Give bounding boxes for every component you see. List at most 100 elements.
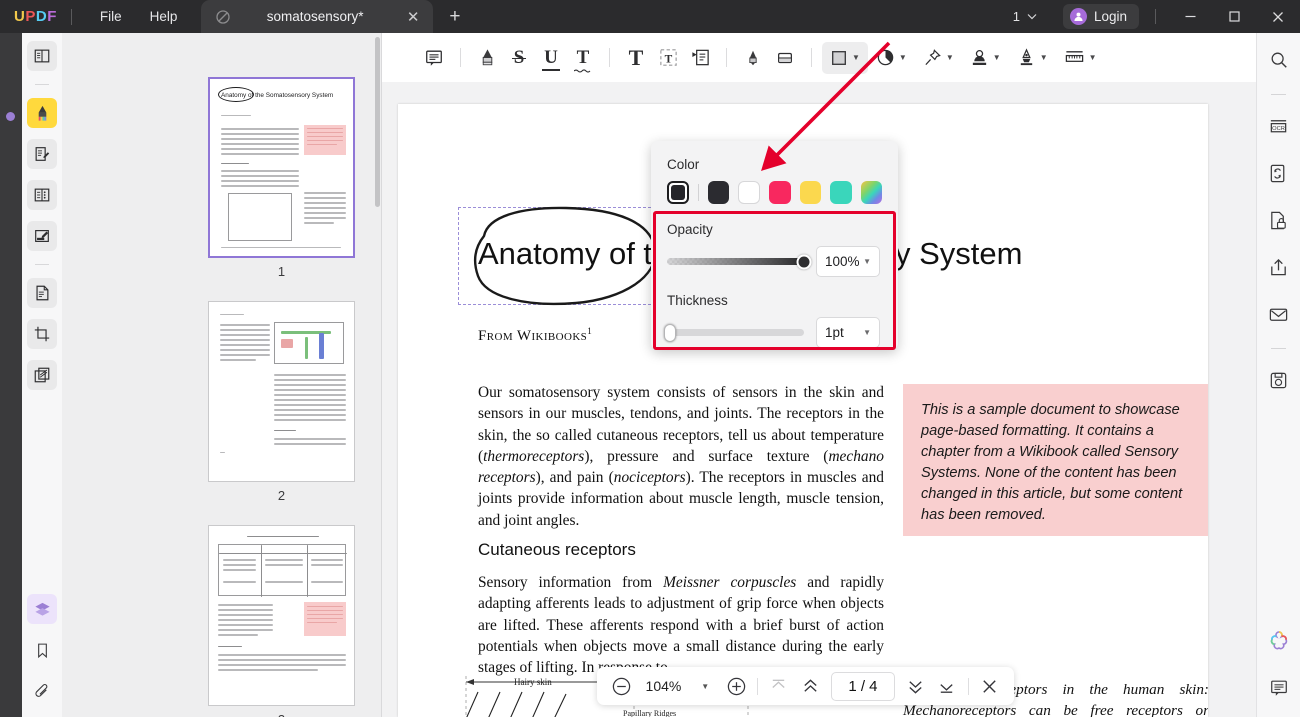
thumbnail-page-1[interactable]: Anatomy of the Somatosensory System bbox=[208, 77, 355, 258]
square-shape-icon bbox=[830, 49, 848, 67]
chevron-down-icon[interactable]: ▼ bbox=[993, 53, 1001, 62]
close-icon[interactable]: ✕ bbox=[407, 8, 420, 26]
sidebar-item-bookmarks[interactable] bbox=[27, 635, 57, 665]
prev-page-button[interactable] bbox=[800, 674, 821, 699]
paragraph-2: Sensory information from Meissner corpus… bbox=[478, 574, 885, 677]
page-indicator[interactable]: 1 / 4 bbox=[831, 671, 895, 701]
pin-button[interactable]: ▼ bbox=[915, 42, 962, 74]
swatch-rainbow[interactable] bbox=[860, 181, 882, 204]
callout-button[interactable] bbox=[684, 42, 716, 74]
swatch-custom-color[interactable] bbox=[667, 181, 690, 204]
chevron-down-icon[interactable]: ▼ bbox=[863, 328, 871, 337]
compare-button[interactable] bbox=[1264, 158, 1294, 188]
stamp-button[interactable]: ▼ bbox=[962, 42, 1009, 74]
pencil-button[interactable] bbox=[737, 42, 769, 74]
swatch-pink[interactable] bbox=[769, 181, 791, 204]
thumbnail-number-1: 1 bbox=[277, 264, 286, 279]
footnote-marker: 1 bbox=[587, 326, 593, 336]
signature-button[interactable]: ▼ bbox=[1009, 42, 1056, 74]
opacity-slider[interactable] bbox=[667, 254, 812, 269]
minimize-button[interactable] bbox=[1168, 0, 1212, 33]
strikethrough-button[interactable]: S bbox=[503, 42, 535, 74]
email-icon bbox=[1268, 304, 1289, 325]
swatch-teal[interactable] bbox=[830, 181, 852, 204]
highlighter-icon bbox=[477, 47, 498, 68]
opacity-slider-handle[interactable] bbox=[796, 254, 812, 269]
squiggly-label: T bbox=[576, 46, 590, 68]
chevron-down-icon[interactable]: ▼ bbox=[863, 257, 871, 266]
chevron-down-icon bbox=[1027, 14, 1037, 20]
next-page-button[interactable] bbox=[905, 674, 926, 699]
chevron-down-icon[interactable]: ▼ bbox=[899, 53, 907, 62]
sidebar-item-fill-and-sign[interactable] bbox=[27, 221, 57, 251]
swatch-black[interactable] bbox=[707, 181, 730, 204]
close-pager-button[interactable] bbox=[979, 674, 1000, 699]
thickness-slider-handle[interactable] bbox=[664, 323, 676, 342]
compare-refresh-icon bbox=[1268, 163, 1289, 184]
new-tab-button[interactable]: + bbox=[449, 6, 460, 28]
sidebar-item-layers[interactable] bbox=[27, 594, 57, 624]
search-button[interactable] bbox=[1264, 45, 1294, 75]
close-window-button[interactable] bbox=[1256, 0, 1300, 33]
divider bbox=[460, 48, 461, 67]
underline-button[interactable]: U bbox=[535, 42, 567, 74]
menu-file[interactable]: File bbox=[86, 5, 136, 28]
chevron-down-icon[interactable]: ▼ bbox=[852, 53, 860, 62]
text-frame-button[interactable]: T bbox=[652, 42, 684, 74]
email-button[interactable] bbox=[1264, 299, 1294, 329]
thickness-slider[interactable] bbox=[664, 323, 804, 342]
sidebar-item-edit-pdf[interactable] bbox=[27, 139, 57, 169]
thumbnail-page-2[interactable] bbox=[208, 301, 355, 482]
annotation-properties-popup[interactable]: Color Opacity 100% ▼ Thickness 1pt ▼ bbox=[651, 141, 898, 350]
chevron-down-icon[interactable]: ▼ bbox=[1040, 53, 1048, 62]
shapes-button[interactable]: ▼ bbox=[822, 41, 868, 74]
page-count-selector[interactable]: 1 bbox=[1005, 6, 1045, 27]
comments-list-button[interactable] bbox=[1264, 673, 1294, 703]
eraser-button[interactable] bbox=[769, 42, 801, 74]
maximize-button[interactable] bbox=[1212, 0, 1256, 33]
swatch-yellow[interactable] bbox=[799, 181, 822, 204]
sidebar-item-reader-mode[interactable] bbox=[27, 41, 57, 71]
ocr-button[interactable]: OCR bbox=[1264, 111, 1294, 141]
ai-assistant-button[interactable] bbox=[1264, 626, 1294, 656]
page-navigation-bar[interactable]: 104% ▼ 1 / 4 bbox=[597, 667, 1014, 705]
opacity-value-dropdown[interactable]: 100% ▼ bbox=[816, 246, 880, 277]
document-tab[interactable]: somatosensory* ✕ bbox=[201, 0, 434, 33]
login-button[interactable]: Login bbox=[1062, 4, 1139, 29]
squiggly-button[interactable]: T bbox=[567, 42, 599, 74]
stickers-button[interactable]: ▼ bbox=[868, 42, 915, 74]
zoom-in-button[interactable] bbox=[726, 674, 747, 699]
thickness-value: 1pt bbox=[825, 325, 844, 340]
last-page-button[interactable] bbox=[936, 674, 957, 699]
sidebar-item-crop-page[interactable] bbox=[27, 319, 57, 349]
highlight-button[interactable] bbox=[471, 42, 503, 74]
sidebar-item-attachments[interactable] bbox=[27, 676, 57, 706]
first-page-button[interactable] bbox=[768, 674, 789, 699]
thumbnail-panel[interactable]: Anatomy of the Somatosensory System 1 2 bbox=[62, 33, 382, 717]
zoom-out-button[interactable] bbox=[611, 674, 632, 699]
sidebar-item-convert-pdf[interactable] bbox=[27, 278, 57, 308]
thumbnail-page-3[interactable] bbox=[208, 525, 355, 706]
zoom-dropdown-button[interactable]: ▼ bbox=[694, 674, 715, 699]
menu-help[interactable]: Help bbox=[136, 5, 192, 28]
protect-button[interactable] bbox=[1264, 205, 1294, 235]
save-as-button[interactable] bbox=[1264, 365, 1294, 395]
edit-document-icon bbox=[33, 145, 51, 163]
sidebar-item-annotate[interactable] bbox=[27, 98, 57, 128]
color-label: Color bbox=[667, 157, 700, 172]
swatch-white[interactable] bbox=[738, 181, 761, 204]
color-swatch-row[interactable] bbox=[667, 181, 882, 204]
thickness-value-dropdown[interactable]: 1pt ▼ bbox=[816, 317, 880, 348]
panel-resize-handle[interactable] bbox=[6, 112, 15, 121]
share-button[interactable] bbox=[1264, 252, 1294, 282]
sidebar-item-protect-pdf[interactable] bbox=[27, 360, 57, 390]
sticky-note-button[interactable] bbox=[418, 42, 450, 74]
section-heading: Cutaneous receptors bbox=[478, 540, 636, 559]
chevron-down-icon[interactable]: ▼ bbox=[1089, 53, 1097, 62]
sidebar-item-organize-pages[interactable] bbox=[27, 180, 57, 210]
measure-button[interactable]: ▼ bbox=[1056, 42, 1105, 74]
text-box-button[interactable]: T bbox=[620, 42, 652, 74]
thumbnail-scrollbar[interactable] bbox=[375, 37, 380, 207]
zoom-level[interactable]: 104% bbox=[642, 678, 684, 694]
chevron-down-icon[interactable]: ▼ bbox=[946, 53, 954, 62]
